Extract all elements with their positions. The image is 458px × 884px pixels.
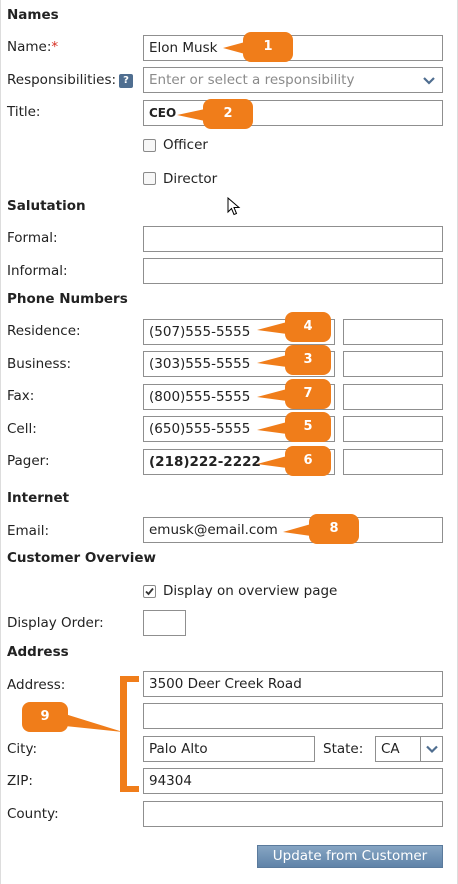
callout-1-pointer: [223, 42, 245, 54]
informal-label: Informal:: [7, 263, 68, 279]
section-customer-overview: Customer Overview: [7, 550, 157, 566]
callout-3: 3: [285, 345, 331, 375]
mouse-cursor-icon: [227, 197, 241, 216]
director-label: Director: [163, 171, 218, 187]
name-input[interactable]: Elon Musk: [143, 35, 443, 61]
address-bracket-top: [120, 676, 139, 682]
county-label: County:: [7, 806, 59, 822]
formal-input[interactable]: [143, 226, 443, 252]
pager-ext-input[interactable]: [343, 449, 443, 475]
callout-5: 5: [285, 412, 331, 442]
required-mark: *: [51, 39, 59, 55]
callout-8: 8: [309, 514, 359, 544]
section-address: Address: [7, 644, 69, 660]
display-order-label: Display Order:: [7, 615, 104, 631]
chevron-down-icon: [426, 745, 438, 754]
callout-6: 6: [285, 446, 331, 476]
name-label: Name:*: [7, 39, 58, 55]
fax-label: Fax:: [7, 388, 35, 404]
business-ext-input[interactable]: [343, 351, 443, 377]
residence-ext-input[interactable]: [343, 319, 443, 345]
name-label-text: Name:: [7, 39, 52, 55]
responsibilities-placeholder: Enter or select a responsibility: [149, 72, 355, 88]
residence-label: Residence:: [7, 323, 81, 339]
email-label: Email:: [7, 523, 50, 539]
form-panel: Names Name:* Elon Musk Responsibilities:…: [0, 0, 458, 884]
section-names: Names: [7, 7, 59, 23]
director-checkbox[interactable]: [143, 172, 156, 185]
responsibilities-select[interactable]: Enter or select a responsibility: [143, 67, 443, 93]
city-label: City:: [7, 741, 38, 757]
title-label: Title:: [7, 104, 41, 120]
responsibilities-label: Responsibilities:?: [7, 72, 134, 88]
callout-4-pointer: [257, 322, 287, 334]
callout-2-pointer: [177, 109, 205, 121]
responsibilities-label-text: Responsibilities:: [7, 72, 117, 88]
address-label: Address:: [7, 677, 66, 693]
address-line2-input[interactable]: [143, 703, 443, 729]
address-line1-input[interactable]: 3500 Deer Creek Road: [143, 671, 443, 697]
business-label: Business:: [7, 356, 72, 372]
checkmark-icon: [145, 587, 154, 596]
update-from-customer-button[interactable]: Update from Customer: [257, 845, 443, 868]
callout-8-pointer: [283, 524, 311, 536]
zip-input[interactable]: 94304: [143, 768, 443, 794]
callout-9: 9: [22, 702, 68, 732]
officer-label: Officer: [163, 137, 208, 153]
callout-3-pointer: [257, 355, 287, 367]
formal-label: Formal:: [7, 230, 58, 246]
callout-5-pointer: [257, 422, 287, 434]
state-value: CA: [381, 741, 400, 757]
cell-label: Cell:: [7, 421, 37, 437]
display-overview-checkbox[interactable]: [143, 585, 156, 598]
address-bracket-bottom: [120, 786, 139, 792]
state-label: State:: [323, 741, 364, 757]
informal-input[interactable]: [143, 258, 443, 284]
cell-ext-input[interactable]: [343, 416, 443, 442]
section-phone-numbers: Phone Numbers: [7, 291, 128, 307]
officer-checkbox[interactable]: [143, 139, 156, 152]
chevron-down-icon: [423, 77, 435, 85]
callout-7: 7: [285, 379, 331, 409]
callout-6-pointer: [257, 456, 287, 468]
callout-7-pointer: [257, 389, 287, 401]
display-overview-label: Display on overview page: [163, 583, 338, 599]
city-input[interactable]: Palo Alto: [143, 736, 315, 762]
section-internet: Internet: [7, 490, 70, 506]
callout-9-pointer: [65, 714, 123, 732]
callout-1: 1: [243, 32, 293, 62]
help-icon[interactable]: ?: [119, 74, 134, 88]
state-dropdown-button[interactable]: [420, 737, 442, 761]
callout-2: 2: [203, 99, 253, 129]
section-salutation: Salutation: [7, 198, 86, 214]
county-input[interactable]: [143, 801, 443, 827]
pager-label: Pager:: [7, 453, 50, 469]
display-order-input[interactable]: [143, 610, 186, 636]
fax-ext-input[interactable]: [343, 384, 443, 410]
state-select[interactable]: CA: [375, 736, 443, 762]
callout-4: 4: [285, 312, 331, 342]
zip-label: ZIP:: [7, 773, 33, 789]
